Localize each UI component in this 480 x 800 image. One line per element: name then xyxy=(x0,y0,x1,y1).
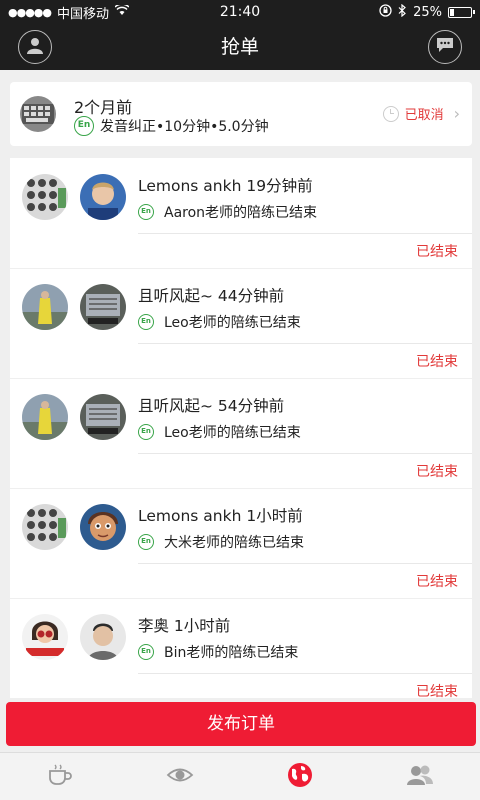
divider xyxy=(138,233,472,234)
tab-coffee[interactable] xyxy=(0,753,120,800)
status-label: 已结束 xyxy=(416,574,458,590)
english-badge-icon: En xyxy=(138,314,154,330)
tab-bar xyxy=(0,752,480,800)
english-badge-icon: En xyxy=(138,424,154,440)
order-title: Lemons ankh 1小时前 xyxy=(138,507,303,525)
divider xyxy=(138,343,472,344)
order-description: En Bin老师的陪练已结束 xyxy=(138,642,298,662)
tab-globe[interactable] xyxy=(240,753,360,800)
chat-button[interactable] xyxy=(428,30,462,64)
coffee-icon xyxy=(47,764,73,790)
order-description: En Leo老师的陪练已结束 xyxy=(138,312,301,332)
group-icon xyxy=(406,764,434,790)
english-badge-icon: En xyxy=(138,534,154,550)
tab-eye[interactable] xyxy=(120,753,240,800)
order-status: 已取消 › xyxy=(382,104,460,123)
globe-icon xyxy=(287,762,313,792)
order-time: 2个月前 xyxy=(74,98,133,117)
carrier-label: 中国移动 xyxy=(57,6,110,22)
student-avatar xyxy=(22,394,68,440)
teacher-avatar xyxy=(80,504,126,550)
order-description-text: Leo老师的陪练已结束 xyxy=(164,315,301,331)
order-thumbnail xyxy=(20,96,56,132)
order-description-text: Aaron老师的陪练已结束 xyxy=(164,205,318,221)
pending-order-card[interactable]: 2个月前 En 发音纠正•10分钟•5.0分钟 已取消 › xyxy=(10,82,472,146)
order-title: Lemons ankh 19分钟前 xyxy=(138,177,313,195)
order-description-text: Leo老师的陪练已结束 xyxy=(164,425,301,441)
order-description: En Aaron老师的陪练已结束 xyxy=(138,202,317,222)
battery-label: 25% xyxy=(413,4,442,20)
eye-icon xyxy=(166,766,194,788)
list-item[interactable]: 李奥 1小时前 En Bin老师的陪练已结束 已结束 xyxy=(10,598,472,698)
clock-icon xyxy=(382,105,399,122)
student-avatar xyxy=(22,614,68,660)
order-description-text: Bin老师的陪练已结束 xyxy=(164,645,299,661)
bluetooth-icon xyxy=(398,3,407,21)
list-item[interactable]: Lemons ankh 19分钟前 En Aaron老师的陪练已结束 已结束 xyxy=(10,158,472,268)
nav-bar: 抢单 xyxy=(0,24,480,70)
status-label: 已结束 xyxy=(416,464,458,480)
publish-order-button[interactable]: 发布订单 xyxy=(6,702,476,746)
teacher-avatar xyxy=(80,284,126,330)
list-item[interactable]: 且听风起~ 44分钟前 En Leo老师的陪练已结束 已结束 xyxy=(10,268,472,378)
student-avatar xyxy=(22,284,68,330)
order-title: 且听风起~ 44分钟前 xyxy=(138,287,285,305)
english-badge-icon: En xyxy=(74,116,94,136)
status-label: 已结束 xyxy=(416,684,458,698)
tab-group[interactable] xyxy=(360,753,480,800)
order-list: Lemons ankh 19分钟前 En Aaron老师的陪练已结束 已结束 且… xyxy=(10,158,472,698)
student-avatar xyxy=(22,174,68,220)
english-badge-icon: En xyxy=(138,204,154,220)
signal-icon: ●●●●● xyxy=(8,5,52,19)
list-item[interactable]: Lemons ankh 1小时前 En 大米老师的陪练已结束 已结束 xyxy=(10,488,472,598)
rotation-lock-icon xyxy=(379,3,392,21)
wifi-icon xyxy=(114,2,130,20)
order-detail: En 发音纠正•10分钟•5.0分钟 xyxy=(74,116,269,136)
chevron-right-icon: › xyxy=(453,104,460,123)
student-avatar xyxy=(22,504,68,550)
divider xyxy=(138,453,472,454)
order-detail-text: 发音纠正•10分钟•5.0分钟 xyxy=(100,119,269,135)
order-status-text: 已取消 xyxy=(404,108,444,123)
order-description-text: 大米老师的陪练已结束 xyxy=(164,535,304,551)
divider xyxy=(138,563,472,564)
status-label: 已结束 xyxy=(416,244,458,260)
divider xyxy=(138,673,472,674)
order-description: En 大米老师的陪练已结束 xyxy=(138,532,304,552)
battery-fill xyxy=(450,8,454,16)
teacher-avatar xyxy=(80,394,126,440)
english-badge-icon: En xyxy=(138,644,154,660)
battery-icon xyxy=(448,6,475,18)
order-title: 且听风起~ 54分钟前 xyxy=(138,397,285,415)
status-label: 已结束 xyxy=(416,354,458,370)
order-description: En Leo老师的陪练已结束 xyxy=(138,422,301,442)
order-title: 李奥 1小时前 xyxy=(138,617,231,635)
teacher-avatar xyxy=(80,174,126,220)
teacher-avatar xyxy=(80,614,126,660)
chat-icon xyxy=(435,36,455,58)
page-title: 抢单 xyxy=(220,36,259,58)
status-bar: ●●●●● 中国移动 21:40 25% xyxy=(0,0,480,24)
list-item[interactable]: 且听风起~ 54分钟前 En Leo老师的陪练已结束 已结束 xyxy=(10,378,472,488)
